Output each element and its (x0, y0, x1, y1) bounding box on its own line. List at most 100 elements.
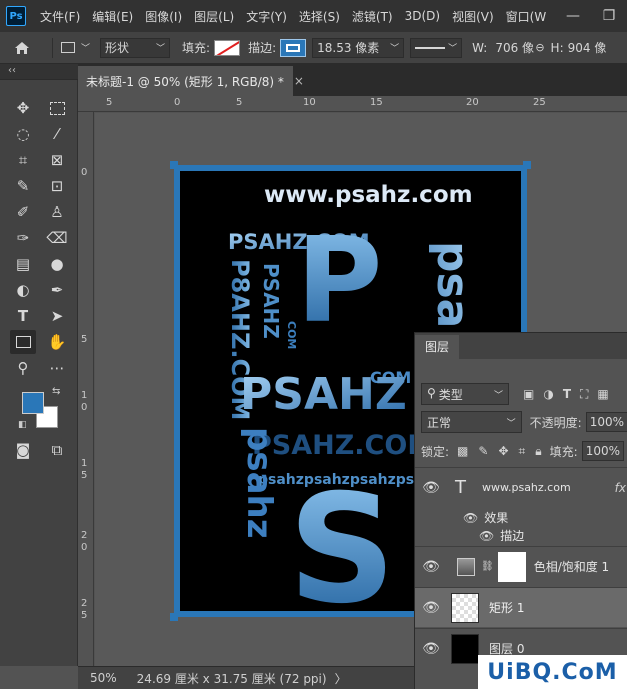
swap-colors-icon[interactable]: ⇆ (52, 386, 60, 397)
fill-swatch[interactable] (214, 39, 241, 56)
more-tools-icon[interactable]: ⋯ (44, 356, 70, 380)
menu-3d[interactable]: 3D(D) (399, 9, 446, 23)
spot-healing-icon[interactable]: ⊡ (44, 174, 70, 198)
document-tab[interactable]: 未标题-1 @ 50% (矩形 1, RGB/8) * × (78, 66, 304, 96)
filter-type-icon[interactable]: T (563, 387, 571, 401)
move-tool-icon[interactable]: ✥ (10, 96, 36, 120)
opacity-field[interactable]: 100% (585, 412, 627, 432)
lock-all-icon[interactable]: 🔒︎ (535, 444, 541, 459)
lasso-tool-icon[interactable]: ◌ (10, 122, 36, 146)
menu-window[interactable]: 窗口(W (500, 8, 553, 25)
layer-effects-row[interactable]: 👁︎ 效果 (415, 509, 627, 526)
hand-tool-icon[interactable]: ✋ (44, 330, 70, 354)
dodge-tool-icon[interactable]: ◐ (10, 278, 36, 302)
stamp-tool-icon[interactable]: ♙ (44, 200, 70, 224)
menu-file[interactable]: 文件(F) (34, 8, 86, 25)
eye-icon[interactable]: 👁︎ (463, 511, 478, 525)
eye-icon[interactable]: 👁︎ (419, 600, 443, 616)
layer-name[interactable]: www.psahz.com (482, 481, 571, 494)
layer-row-text[interactable]: 👁︎ T www.psahz.com fx (415, 467, 627, 507)
pen-tool-icon[interactable]: ✒ (44, 278, 70, 302)
stroke-type-dropdown[interactable]: ﹀ (410, 37, 463, 58)
path-selection-icon[interactable]: ➤ (44, 304, 70, 328)
lock-position-icon[interactable]: ✥ (498, 444, 508, 458)
menu-edit[interactable]: 编辑(E) (86, 8, 139, 25)
eraser-icon[interactable]: ⌫ (44, 226, 70, 250)
site-watermark: UiBQ.CoM (478, 655, 627, 689)
height-value[interactable]: 904 像 (568, 39, 607, 56)
handle-top-right[interactable] (523, 161, 531, 169)
menu-filter[interactable]: 滤镜(T) (346, 8, 399, 25)
filter-smart-icon[interactable]: ▦ (597, 387, 608, 401)
type-tool-icon[interactable]: T (10, 304, 36, 328)
frame-tool-icon[interactable]: ⊠ (44, 148, 70, 172)
zoom-tool-icon[interactable]: ⚲ (10, 356, 36, 380)
lock-paint-icon[interactable]: ✎ (478, 444, 488, 458)
stroke-width-field[interactable]: 18.53 像素 ﹀ (312, 37, 405, 58)
filter-adjustment-icon[interactable]: ◑ (543, 387, 553, 401)
blur-tool-icon[interactable]: ● (44, 252, 70, 276)
fill-field[interactable]: 100% (581, 441, 625, 461)
eye-icon[interactable]: 👁︎ (419, 641, 443, 657)
handle-top-left[interactable] (170, 161, 178, 169)
ruler-label: 0 (81, 542, 88, 553)
layer-thumbnail (451, 592, 479, 623)
link-icon[interactable]: ⊖ (535, 41, 544, 54)
layer-row-rectangle[interactable]: 👁︎ 矩形 1 (415, 587, 627, 627)
tool-preset-picker[interactable]: ﹀ (61, 41, 90, 54)
menu-image[interactable]: 图像(I) (139, 8, 188, 25)
layer-name[interactable]: 色相/饱和度 1 (534, 558, 610, 575)
menu-type[interactable]: 文字(Y) (240, 8, 293, 25)
shape-mode-dropdown[interactable]: 形状 ﹀ (100, 37, 171, 58)
screen-mode-icon[interactable]: ⧉ (44, 438, 70, 462)
default-colors-icon[interactable]: ◧ (18, 420, 27, 430)
filter-shape-icon[interactable]: ⛶ (580, 387, 588, 402)
stroke-effect-row[interactable]: 👁︎ 描边 (415, 527, 627, 544)
history-brush-icon[interactable]: ✑ (10, 226, 36, 250)
menu-view[interactable]: 视图(V) (446, 8, 500, 25)
layer-row-hue-saturation[interactable]: 👁︎ ⛓ 色相/饱和度 1 (415, 546, 627, 586)
crop-tool-icon[interactable]: ⌗ (10, 148, 36, 172)
marquee-tool-icon[interactable] (44, 96, 70, 120)
zoom-level[interactable]: 50% (90, 671, 117, 685)
quick-mask-icon[interactable]: ◙ (10, 438, 36, 462)
layer-filter-dropdown[interactable]: ⚲ 类型 ﹀ (421, 383, 509, 405)
brush-tool-icon[interactable]: ✐ (10, 200, 36, 224)
status-menu-arrow-icon[interactable]: 〉 (335, 670, 347, 687)
eyedropper-icon[interactable]: ✎ (10, 174, 36, 198)
home-icon[interactable] (0, 41, 44, 55)
eye-icon[interactable]: 👁︎ (419, 480, 443, 496)
menu-layer[interactable]: 图层(L) (188, 8, 240, 25)
blend-mode-dropdown[interactable]: 正常 ﹀ (421, 411, 522, 433)
ruler-label: 1 (81, 390, 88, 401)
eye-icon[interactable]: 👁︎ (479, 529, 494, 543)
shape-mode-value: 形状 (105, 41, 130, 55)
filter-pixel-icon[interactable]: ▣ (523, 387, 534, 401)
stroke-swatch[interactable] (280, 38, 307, 57)
stroke-box-icon (286, 43, 301, 52)
fx-badge[interactable]: fx (615, 481, 626, 495)
tab-layers[interactable]: 图层 (415, 335, 460, 359)
toolbar-collapse[interactable]: ‹‹ (0, 64, 78, 79)
rectangle-tool-icon[interactable] (10, 330, 36, 354)
restore-icon[interactable]: ❐ (591, 0, 627, 32)
gradient-tool-icon[interactable]: ▤ (10, 252, 36, 276)
minimize-icon[interactable]: — (555, 0, 591, 32)
lock-transparent-icon[interactable]: ▩ (457, 444, 468, 458)
layer-mask-thumbnail (497, 551, 526, 582)
handle-bottom-left[interactable] (170, 613, 178, 621)
eye-icon[interactable]: 👁︎ (419, 559, 443, 575)
menu-select[interactable]: 选择(S) (293, 8, 346, 25)
chevron-down-icon: ﹀ (448, 44, 458, 54)
photoshop-logo: Ps (6, 6, 26, 26)
big-p-letter: P (296, 211, 382, 349)
foreground-color-swatch[interactable] (22, 392, 44, 414)
width-field[interactable]: 706 像 (491, 38, 534, 58)
magic-wand-icon[interactable]: ⁄ (44, 122, 70, 146)
stroke-width-value: 18.53 像素 (317, 41, 380, 55)
blend-mode-value: 正常 (427, 415, 452, 430)
close-icon[interactable]: × (294, 74, 304, 88)
lock-artboard-icon[interactable]: ⌗ (519, 444, 526, 459)
rectangle-icon (61, 42, 75, 53)
layer-name[interactable]: 矩形 1 (489, 599, 524, 616)
